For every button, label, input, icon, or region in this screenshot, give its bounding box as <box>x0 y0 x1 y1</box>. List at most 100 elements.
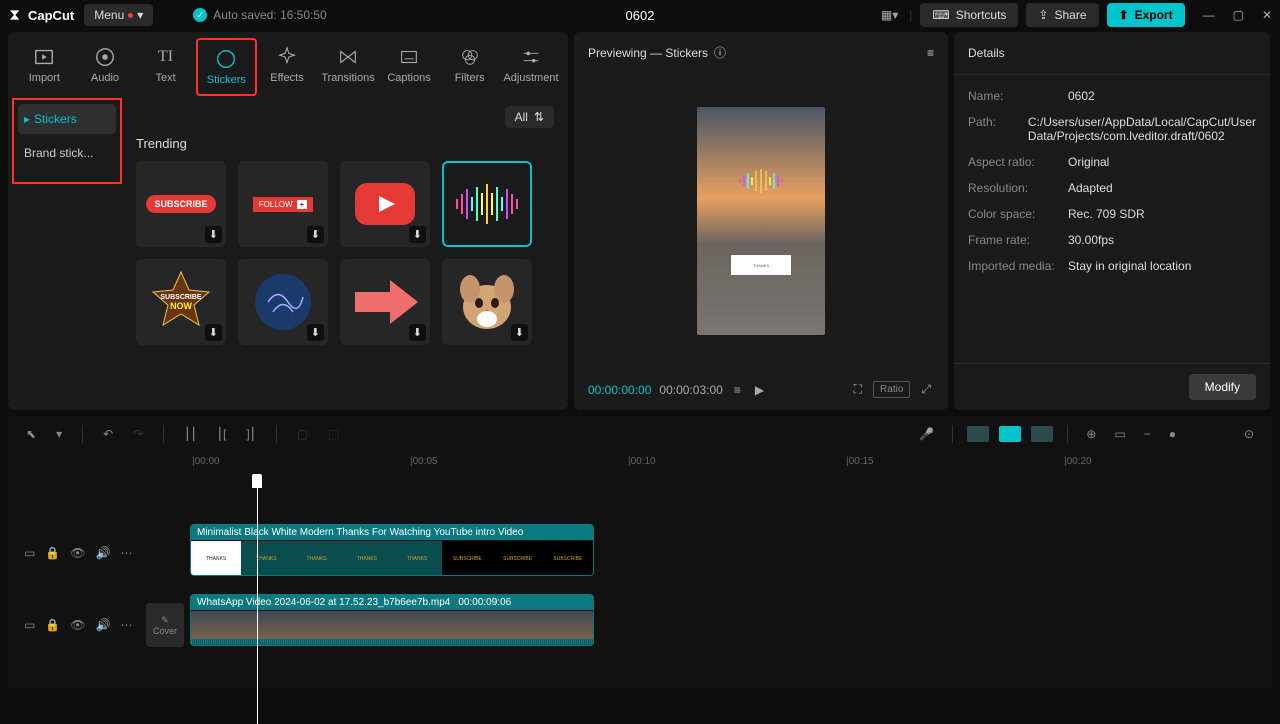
fullscreen-icon[interactable]: ⤢ <box>918 379 934 400</box>
tool-dropdown-icon[interactable]: ▾ <box>52 423 66 445</box>
stickers-icon <box>215 48 237 70</box>
download-icon[interactable]: ⬇ <box>205 324 222 341</box>
preview-title-text: Previewing — Stickers <box>588 46 708 60</box>
download-icon[interactable]: ⬇ <box>307 324 324 341</box>
cover-button[interactable]: ✎Cover <box>146 603 184 647</box>
minimize-icon[interactable]: — <box>1203 8 1215 22</box>
detail-colorspace: Color space:Rec. 709 SDR <box>968 207 1256 221</box>
close-icon[interactable]: ✕ <box>1262 8 1272 22</box>
zoom-fit-icon[interactable]: ⊙ <box>1240 423 1258 445</box>
titlebar-right: ▦▾ | ⌨ Shortcuts ⇪ Share ⬆ Export — ▢ ✕ <box>878 3 1272 27</box>
clip-label-text: WhatsApp Video 2024-06-02 at 17.52.23_b7… <box>197 597 450 608</box>
mute-icon[interactable]: 🔊 <box>96 618 111 632</box>
modify-button[interactable]: Modify <box>1189 374 1256 400</box>
track-view-icon[interactable]: ▭ <box>1110 423 1129 445</box>
preview-video[interactable]: THANKS <box>697 107 825 335</box>
snap-3[interactable] <box>1031 426 1053 442</box>
tab-label: Filters <box>455 72 485 84</box>
tab-filters[interactable]: Filters <box>439 38 500 96</box>
tab-stickers[interactable]: Stickers <box>196 38 257 96</box>
track-controls: ▭ 🔒 👁 🔊 ⋯ <box>8 618 138 632</box>
filter-all-button[interactable]: All⇅ <box>505 106 554 128</box>
sticker-dog[interactable]: ⬇ <box>442 259 532 345</box>
transitions-icon <box>337 46 359 68</box>
crop-icon[interactable]: ⛶ <box>851 379 865 400</box>
clip-duration: 00:00:09:06 <box>458 597 511 608</box>
trim-left-icon[interactable]: ⎮[ <box>213 423 231 445</box>
category-stickers[interactable]: ▸Stickers <box>18 104 116 134</box>
prev-frame-icon[interactable]: ≡ <box>731 380 744 400</box>
menu-button[interactable]: Menu ▾ <box>84 4 153 26</box>
tab-effects[interactable]: Effects <box>257 38 318 96</box>
tab-audio[interactable]: Audio <box>75 38 136 96</box>
ungroup-icon[interactable]: ⬚ <box>324 423 343 445</box>
caret-icon: ▸ <box>24 112 30 126</box>
preview-menu-icon[interactable]: ≡ <box>927 46 934 60</box>
sticker-subscribe-star[interactable]: SUBSCRIBENOW⬇ <box>136 259 226 345</box>
sticker-audiowave[interactable] <box>442 161 532 247</box>
sticker-subscribe[interactable]: SUBSCRIBE⬇ <box>136 161 226 247</box>
clip-audio-waveform <box>191 639 593 645</box>
expand-icon[interactable]: ▭ <box>24 618 35 632</box>
more-icon[interactable]: ⋯ <box>120 618 132 632</box>
play-icon[interactable]: ▶ <box>752 380 767 400</box>
pointer-tool-icon[interactable]: ⬉ <box>22 423 40 445</box>
trim-right-icon[interactable]: ]⎮ <box>242 423 260 445</box>
sticker-follow[interactable]: FOLLOW+⬇ <box>238 161 328 247</box>
download-icon[interactable]: ⬇ <box>205 226 222 243</box>
lock-icon[interactable]: 🔒 <box>45 546 60 560</box>
details-heading: Details <box>954 32 1270 75</box>
info-icon[interactable]: ⓘ <box>714 44 726 61</box>
mute-icon[interactable]: 🔊 <box>96 546 111 560</box>
sticker-electric[interactable]: ⬇ <box>238 259 328 345</box>
sticker-youtube[interactable]: ⬇ <box>340 161 430 247</box>
expand-icon[interactable]: ▭ <box>24 546 35 560</box>
export-button[interactable]: ⬆ Export <box>1107 3 1185 27</box>
export-icon: ⬆ <box>1119 8 1129 22</box>
zoom-slider-icon[interactable]: ● <box>1165 423 1180 445</box>
tab-label: Audio <box>91 72 119 84</box>
lock-icon[interactable]: 🔒 <box>45 618 60 632</box>
tab-label: Text <box>156 72 176 84</box>
download-icon[interactable]: ⬇ <box>511 324 528 341</box>
group-icon[interactable]: ▢ <box>293 423 312 445</box>
tab-import[interactable]: Import <box>14 38 75 96</box>
eye-icon[interactable]: 👁 <box>70 546 85 560</box>
zoom-out-icon[interactable]: − <box>1140 423 1155 445</box>
clip-video[interactable]: WhatsApp Video 2024-06-02 at 17.52.23_b7… <box>190 594 594 646</box>
category-brand[interactable]: Brand stick... <box>18 138 116 168</box>
timeline: |00:00 |00:05 |00:10 |00:15 |00:20 ▭ 🔒 👁… <box>8 452 1272 688</box>
import-icon <box>33 46 55 68</box>
download-icon[interactable]: ⬇ <box>307 226 324 243</box>
share-button[interactable]: ⇪ Share <box>1026 3 1098 27</box>
tab-captions[interactable]: Captions <box>379 38 440 96</box>
layout-icon[interactable]: ▦▾ <box>878 5 901 25</box>
tab-text[interactable]: TI Text <box>135 38 196 96</box>
split-icon[interactable]: ⎮⎮ <box>180 423 201 445</box>
snap-1[interactable] <box>967 426 989 442</box>
ratio-button[interactable]: Ratio <box>873 381 910 398</box>
playhead-handle[interactable] <box>252 474 262 488</box>
align-icon[interactable]: ⊕ <box>1082 423 1100 445</box>
redo-icon[interactable]: ↷ <box>129 423 147 445</box>
undo-icon[interactable]: ↶ <box>99 423 117 445</box>
playhead[interactable] <box>257 474 258 724</box>
download-icon[interactable]: ⬇ <box>409 226 426 243</box>
more-icon[interactable]: ⋯ <box>120 546 132 560</box>
clip-intro[interactable]: Minimalist Black White Modern Thanks For… <box>190 524 594 576</box>
titlebar: CapCut Menu ▾ ✓ Auto saved: 16:50:50 060… <box>0 0 1280 30</box>
keyboard-icon: ⌨ <box>932 8 949 22</box>
snap-2[interactable] <box>999 426 1021 442</box>
mic-icon[interactable]: 🎤 <box>915 423 938 445</box>
maximize-icon[interactable]: ▢ <box>1233 8 1244 22</box>
download-icon[interactable]: ⬇ <box>409 324 426 341</box>
shortcuts-button[interactable]: ⌨ Shortcuts <box>920 3 1018 27</box>
sticker-arrow[interactable]: ⬇ <box>340 259 430 345</box>
timeline-ruler[interactable]: |00:00 |00:05 |00:10 |00:15 |00:20 <box>188 452 1272 474</box>
text-icon: TI <box>155 46 177 68</box>
tab-adjustment[interactable]: Adjustment <box>500 38 562 96</box>
tab-transitions[interactable]: Transitions <box>317 38 378 96</box>
preview-header: Previewing — Stickers ⓘ ≡ <box>574 32 948 73</box>
main-row: Import Audio TI Text Stickers Effects Tra… <box>0 30 1280 412</box>
eye-icon[interactable]: 👁 <box>70 618 85 632</box>
